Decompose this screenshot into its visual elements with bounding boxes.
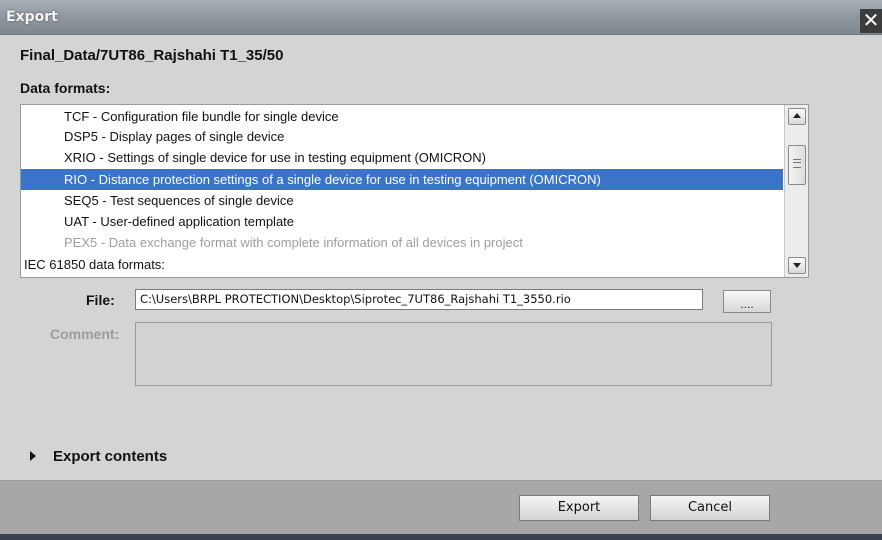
format-group-iec61850: IEC 61850 data formats: — [21, 255, 783, 274]
format-item-seq5[interactable]: SEQ5 - Test sequences of single device — [21, 191, 783, 210]
dialog-footer: Export Cancel — [0, 480, 882, 535]
expand-triangle-icon[interactable] — [30, 451, 36, 461]
data-formats-list[interactable]: TCF - Configuration file bundle for sing… — [20, 104, 809, 278]
window-bottom-border — [0, 534, 882, 540]
browse-button[interactable]: .... — [723, 290, 771, 313]
scroll-down-button[interactable] — [788, 257, 806, 274]
format-item-label: SEQ5 - Test sequences of single device — [64, 193, 294, 208]
title-bar[interactable]: Export ✕ — [0, 0, 882, 35]
data-formats-label: Data formats: — [20, 80, 111, 96]
scroll-up-button[interactable] — [788, 108, 806, 125]
format-item-xrio[interactable]: XRIO - Settings of single device for use… — [21, 148, 783, 167]
file-label: File: — [86, 292, 115, 308]
comment-textarea — [135, 322, 772, 386]
export-button[interactable]: Export — [519, 495, 639, 521]
export-contents-toggle[interactable]: Export contents — [53, 448, 167, 465]
file-path-input[interactable]: C:\Users\BRPL PROTECTION\Desktop\Siprote… — [135, 289, 703, 310]
window-title: Export — [6, 9, 58, 25]
close-icon: ✕ — [862, 8, 880, 32]
format-item-label: RIO - Distance protection settings of a … — [64, 172, 601, 187]
comment-label: Comment: — [50, 326, 120, 342]
format-item-label: TCF - Configuration file bundle for sing… — [64, 109, 339, 124]
chevron-up-icon — [793, 113, 801, 118]
list-scrollbar[interactable] — [784, 105, 808, 277]
format-group-label: IEC 61850 data formats: — [24, 257, 165, 272]
grip-icon — [793, 159, 801, 168]
format-item-tcf[interactable]: TCF - Configuration file bundle for sing… — [21, 107, 783, 126]
project-path-title: Final_Data/7UT86_Rajshahi T1_35/50 — [20, 47, 284, 64]
format-item-rio[interactable]: RIO - Distance protection settings of a … — [21, 169, 783, 190]
format-item-uat[interactable]: UAT - User-defined application template — [21, 212, 783, 231]
cancel-button[interactable]: Cancel — [650, 495, 770, 521]
chevron-down-icon — [793, 263, 801, 268]
format-item-label: UAT - User-defined application template — [64, 214, 295, 229]
scroll-thumb[interactable] — [788, 145, 806, 185]
format-item-dsp5[interactable]: DSP5 - Display pages of single device — [21, 127, 783, 146]
format-item-label: DSP5 - Display pages of single device — [64, 129, 285, 144]
close-button[interactable]: ✕ — [860, 9, 882, 33]
format-item-pex5: PEX5 - Data exchange format with complet… — [21, 233, 783, 252]
export-dialog: Export ✕ Final_Data/7UT86_Rajshahi T1_35… — [0, 0, 882, 540]
format-item-label: XRIO - Settings of single device for use… — [64, 150, 486, 165]
format-item-label: PEX5 - Data exchange format with complet… — [64, 235, 523, 250]
